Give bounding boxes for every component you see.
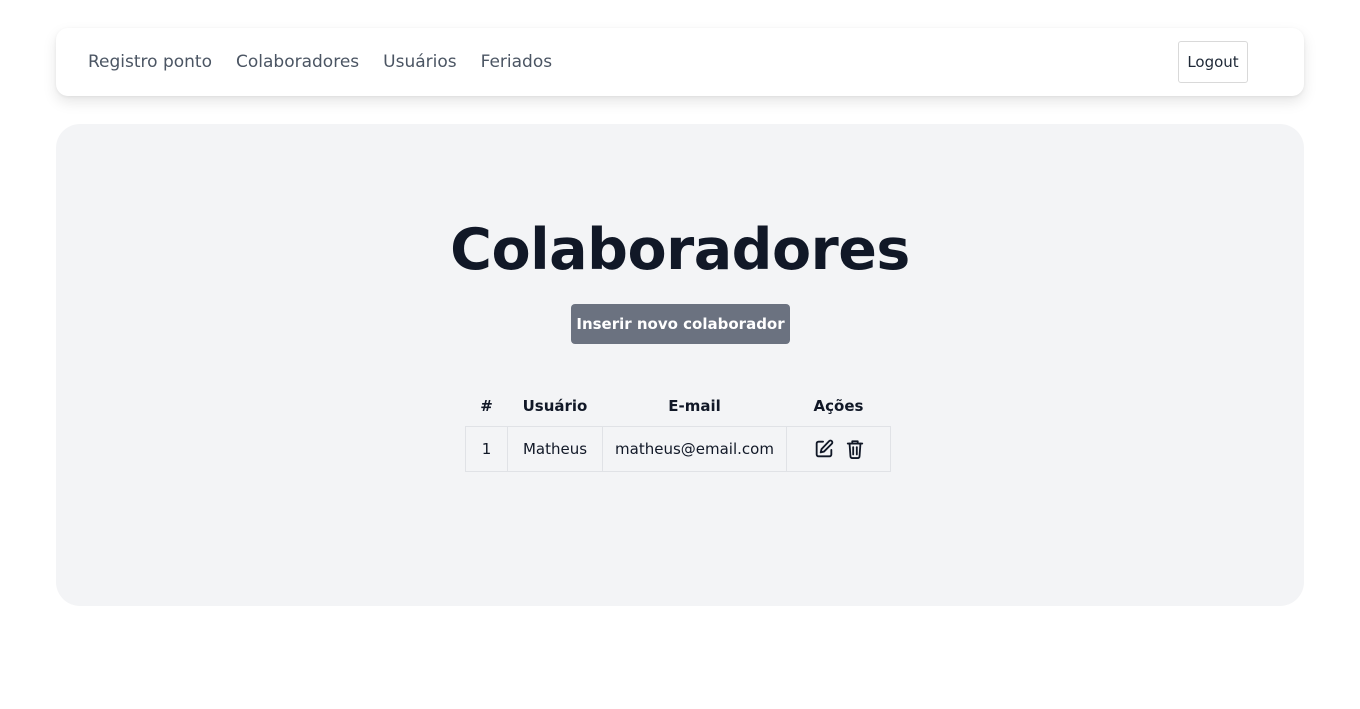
main-panel: Colaboradores Inserir novo colaborador #… [56,124,1304,606]
collaborators-table: # Usuário E-mail Ações 1 Matheus matheus… [465,386,891,472]
header-actions: Ações [813,397,864,415]
table-header-row: # Usuário E-mail Ações [466,386,891,427]
header-user: Usuário [522,397,588,415]
row-actions [813,438,865,460]
nav-item-registro-ponto[interactable]: Registro ponto [88,52,212,72]
nav-links: Registro ponto Colaboradores Usuários Fe… [88,28,552,96]
cell-actions [786,426,891,472]
trash-icon[interactable] [845,438,865,460]
page-title: Colaboradores [450,217,910,283]
cell-user: Matheus [507,426,603,472]
logout-button[interactable]: Logout [1178,41,1248,83]
cell-email: matheus@email.com [602,426,787,472]
table-row: 1 Matheus matheus@email.com [465,426,891,472]
insert-collaborator-button[interactable]: Inserir novo colaborador [571,304,790,344]
top-navbar: Registro ponto Colaboradores Usuários Fe… [56,28,1304,96]
edit-icon[interactable] [813,438,835,460]
nav-item-feriados[interactable]: Feriados [481,52,553,72]
nav-item-colaboradores[interactable]: Colaboradores [236,52,359,72]
cell-id: 1 [465,426,508,472]
nav-item-usuarios[interactable]: Usuários [383,52,456,72]
header-number: # [480,397,493,415]
header-email: E-mail [668,397,721,415]
